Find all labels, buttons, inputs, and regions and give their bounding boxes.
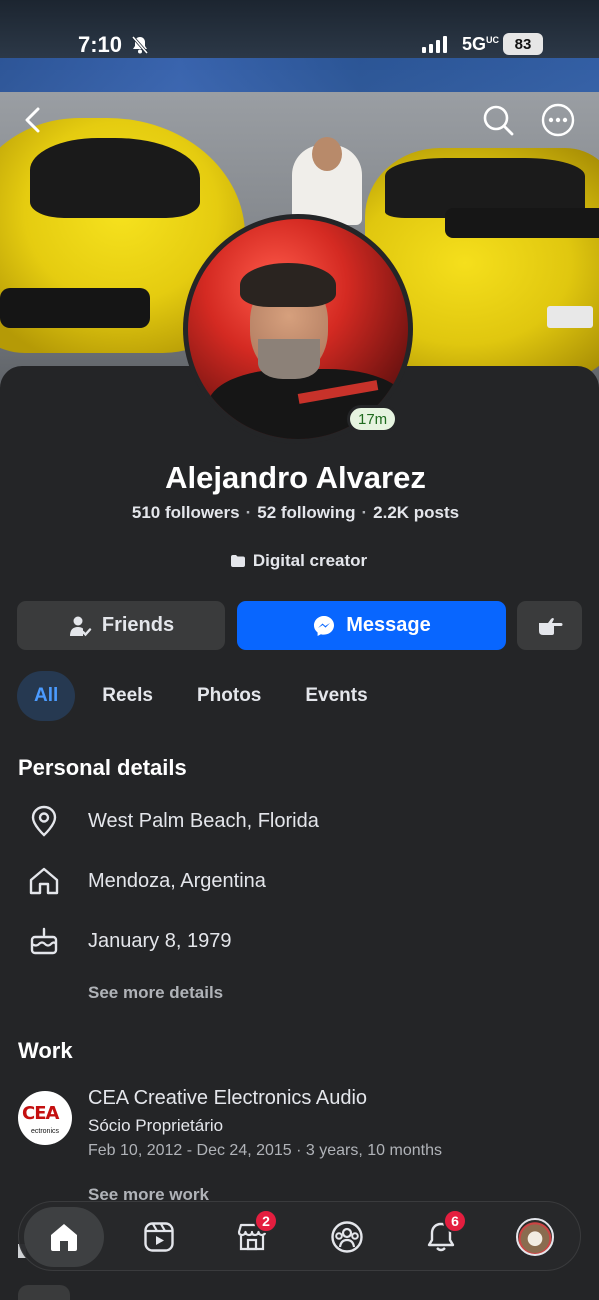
detail-hometown: Mendoza, Argentina	[24, 861, 266, 901]
profile-category: Digital creator	[0, 551, 597, 571]
tab-events[interactable]: Events	[288, 671, 384, 721]
nav-marketplace[interactable]: 2	[222, 1207, 282, 1267]
birthday-text: January 8, 1979	[88, 929, 232, 952]
company-logo-text: CEA	[22, 1103, 59, 1124]
status-time: 7:10	[78, 32, 123, 57]
groups-icon	[331, 1221, 363, 1253]
video-icon	[144, 1222, 174, 1252]
company-name: CEA Creative Electronics Audio	[88, 1087, 368, 1109]
see-more-details-link[interactable]: See more details	[88, 983, 223, 1003]
tab-all[interactable]: All	[17, 671, 76, 721]
personal-details-title: Personal details	[18, 755, 187, 780]
messenger-icon	[314, 615, 335, 636]
network-type: 5GUC	[462, 34, 500, 54]
tab-reels[interactable]: Reels	[85, 671, 170, 721]
detail-birthday: January 8, 1979	[24, 921, 231, 961]
story-time-badge[interactable]: 17m	[347, 405, 399, 433]
search-icon	[483, 105, 514, 136]
message-label: Message	[346, 614, 431, 636]
nav-video[interactable]	[129, 1207, 189, 1267]
signal-icon	[422, 35, 447, 53]
notifications-badge: 6	[443, 1209, 467, 1233]
message-button[interactable]: Message	[237, 601, 506, 650]
more-options-button[interactable]	[538, 100, 578, 140]
ellipsis-icon	[541, 103, 575, 137]
folder-icon	[230, 555, 245, 567]
home-outline-icon	[24, 861, 64, 901]
profile-avatar	[516, 1218, 554, 1256]
birthday-cake-icon	[24, 921, 64, 961]
detail-current-city: West Palm Beach, Florida	[24, 801, 319, 841]
nav-home[interactable]	[24, 1207, 104, 1267]
job-role: Sócio Proprietário	[88, 1116, 224, 1135]
work-title: Work	[18, 1038, 73, 1063]
job-dates: Feb 10, 2012 - Dec 24, 2015 · 3 years, 1…	[88, 1142, 442, 1159]
back-button[interactable]	[13, 100, 53, 140]
home-icon	[51, 1224, 77, 1251]
work-item[interactable]: CEA ectronics CEA Creative Electronics A…	[18, 1087, 578, 1167]
status-bar: 7:10 5GUC 83	[0, 28, 599, 62]
marketplace-badge: 2	[254, 1209, 278, 1233]
profile-tabs: All Reels Photos Events	[17, 671, 395, 721]
friends-button[interactable]: Friends	[17, 601, 225, 650]
chevron-left-icon	[25, 107, 40, 133]
followers-count[interactable]: 510 followers	[132, 503, 240, 522]
nav-profile[interactable]	[505, 1207, 565, 1267]
nav-notifications[interactable]: 6	[411, 1207, 471, 1267]
silent-bell-icon	[130, 35, 150, 60]
posts-count: 2.2K posts	[373, 503, 460, 522]
poke-icon	[538, 617, 562, 635]
friends-label: Friends	[101, 614, 175, 636]
category-label: Digital creator	[252, 551, 368, 570]
cover-person	[292, 137, 362, 225]
profile-stats: 510 followers · 52 following · 2.2K posts	[131, 503, 460, 522]
nav-groups[interactable]	[317, 1207, 377, 1267]
company-logo: CEA ectronics	[18, 1091, 72, 1145]
search-button[interactable]	[478, 100, 518, 140]
content-below-fold-card	[18, 1285, 70, 1300]
current-city-text: West Palm Beach, Florida	[88, 809, 319, 832]
profile-name: Alejandro Alvarez	[165, 460, 426, 495]
friend-check-icon	[69, 616, 92, 636]
more-actions-button[interactable]	[517, 601, 582, 650]
bottom-navigation: 2 6	[18, 1201, 581, 1271]
following-count[interactable]: 52 following	[257, 503, 355, 522]
company-logo-subtext: ectronics	[30, 1128, 59, 1135]
location-pin-icon	[24, 801, 64, 841]
hometown-text: Mendoza, Argentina	[88, 869, 266, 892]
tab-photos[interactable]: Photos	[180, 671, 278, 721]
battery-indicator: 83	[503, 33, 543, 55]
cover-wall	[0, 58, 599, 92]
